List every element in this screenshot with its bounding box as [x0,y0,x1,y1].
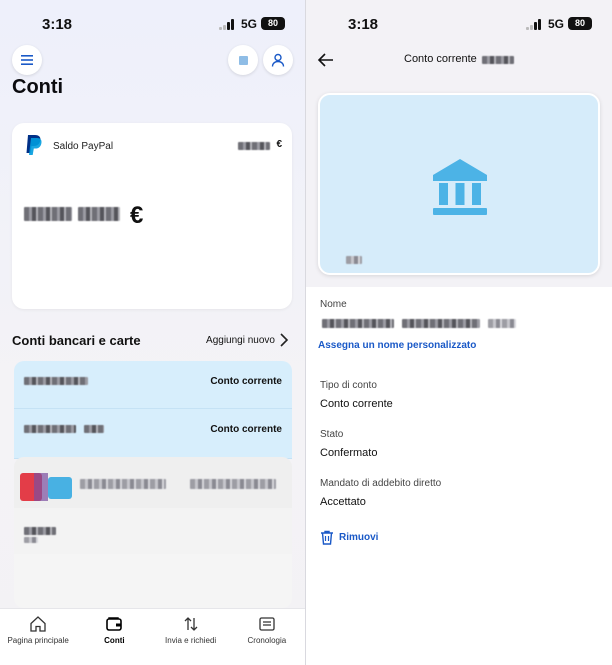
redacted-account-suffix [482,56,514,64]
redacted-bank-name [24,377,88,385]
page-title: Conto corrente [404,53,477,65]
history-icon [259,617,275,631]
card-row[interactable] [14,554,292,608]
redacted-balance-small [238,142,270,150]
home-icon [30,616,46,632]
paypal-balance-label: Saldo PayPal [53,141,114,152]
card-row[interactable] [14,508,292,554]
transfer-arrows-icon [184,617,198,631]
wallet-icon [106,617,123,631]
redacted-balance-large-2 [78,207,120,221]
redacted-account-name-3 [488,319,516,328]
account-type-label: Tipo di conto [320,380,377,391]
redacted-balance-large [24,207,72,221]
bank-account-row[interactable]: Conto corrente [14,409,292,459]
back-arrow-icon[interactable] [316,50,336,70]
account-type: Conto corrente [210,424,282,435]
remove-label: Rimuovi [339,532,379,543]
paypal-logo-icon [26,135,42,155]
status-label: Stato [320,429,344,440]
redacted-card-name [24,527,56,535]
nav-home[interactable]: Pagina principale [0,609,76,665]
status-time: 3:18 [42,16,73,33]
qr-icon [238,55,248,65]
nav-history[interactable]: Cronologia [229,609,305,665]
bank-account-card [318,93,600,275]
nav-label: Pagina principale [7,636,69,645]
direct-debit-value: Accettato [320,496,366,508]
mastercard-logo-icon [20,473,72,501]
account-type: Conto corrente [210,376,282,387]
currency-symbol-small: € [276,139,282,150]
bottom-navigation: Pagina principale Conti Invia e richiedi… [0,608,305,665]
trash-icon [321,530,333,545]
status-bar: 3:18 5G 80 [306,0,612,44]
user-icon [271,53,285,67]
direct-debit-label: Mandato di addebito diretto [320,478,442,489]
network-type: 5G [240,17,257,31]
redacted-account-name [322,319,394,328]
account-detail-screen: 3:18 5G 80 Conto corrente Nome Assegna u… [306,0,612,665]
redacted-bank-name [24,425,76,433]
menu-button[interactable] [12,45,42,75]
bank-building-icon [433,159,487,215]
nav-accounts[interactable]: Conti [76,609,152,665]
status-bar: 3:18 5G 80 [0,0,305,44]
nav-label: Invia e richiedi [165,636,217,645]
redacted-card-digits [346,256,362,264]
signal-icon [526,19,542,30]
nav-label: Conti [104,636,125,645]
signal-icon [219,19,235,30]
redacted-bank-suffix [84,425,104,433]
nav-send-request[interactable]: Invia e richiedi [153,609,229,665]
redacted-card-number [190,479,276,489]
bank-section-title: Conti bancari e carte [12,333,141,348]
redacted-card-detail [24,537,38,543]
battery-icon: 80 [261,17,285,30]
redacted-card-name [80,479,166,489]
name-label: Nome [320,299,347,310]
bank-account-row[interactable]: Conto corrente [14,361,292,409]
status-value: Confermato [320,447,378,459]
battery-icon: 80 [568,17,592,30]
page-title: Conti [12,76,64,98]
nav-label: Cronologia [247,636,287,645]
hamburger-icon [21,55,33,65]
remove-button[interactable]: Rimuovi [320,530,378,545]
redacted-account-name-2 [402,319,480,328]
network-type: 5G [547,17,564,31]
account-details-panel: Nome Assegna un nome personalizzato Tipo… [306,287,612,665]
account-type-value: Conto corrente [320,398,393,410]
chevron-right-icon[interactable] [279,333,289,347]
profile-button[interactable] [263,45,293,75]
rename-link[interactable]: Assegna un nome personalizzato [318,340,476,351]
currency-symbol-large: € [130,202,144,229]
add-new-link[interactable]: Aggiungi nuovo [206,335,275,346]
qr-button[interactable] [228,45,258,75]
paypal-balance-card[interactable]: Saldo PayPal € € [12,123,292,309]
card-row[interactable] [14,457,292,509]
accounts-screen: 3:18 5G 80 Conti Saldo PayPal € € Conti … [0,0,306,665]
status-time: 3:18 [348,16,379,33]
